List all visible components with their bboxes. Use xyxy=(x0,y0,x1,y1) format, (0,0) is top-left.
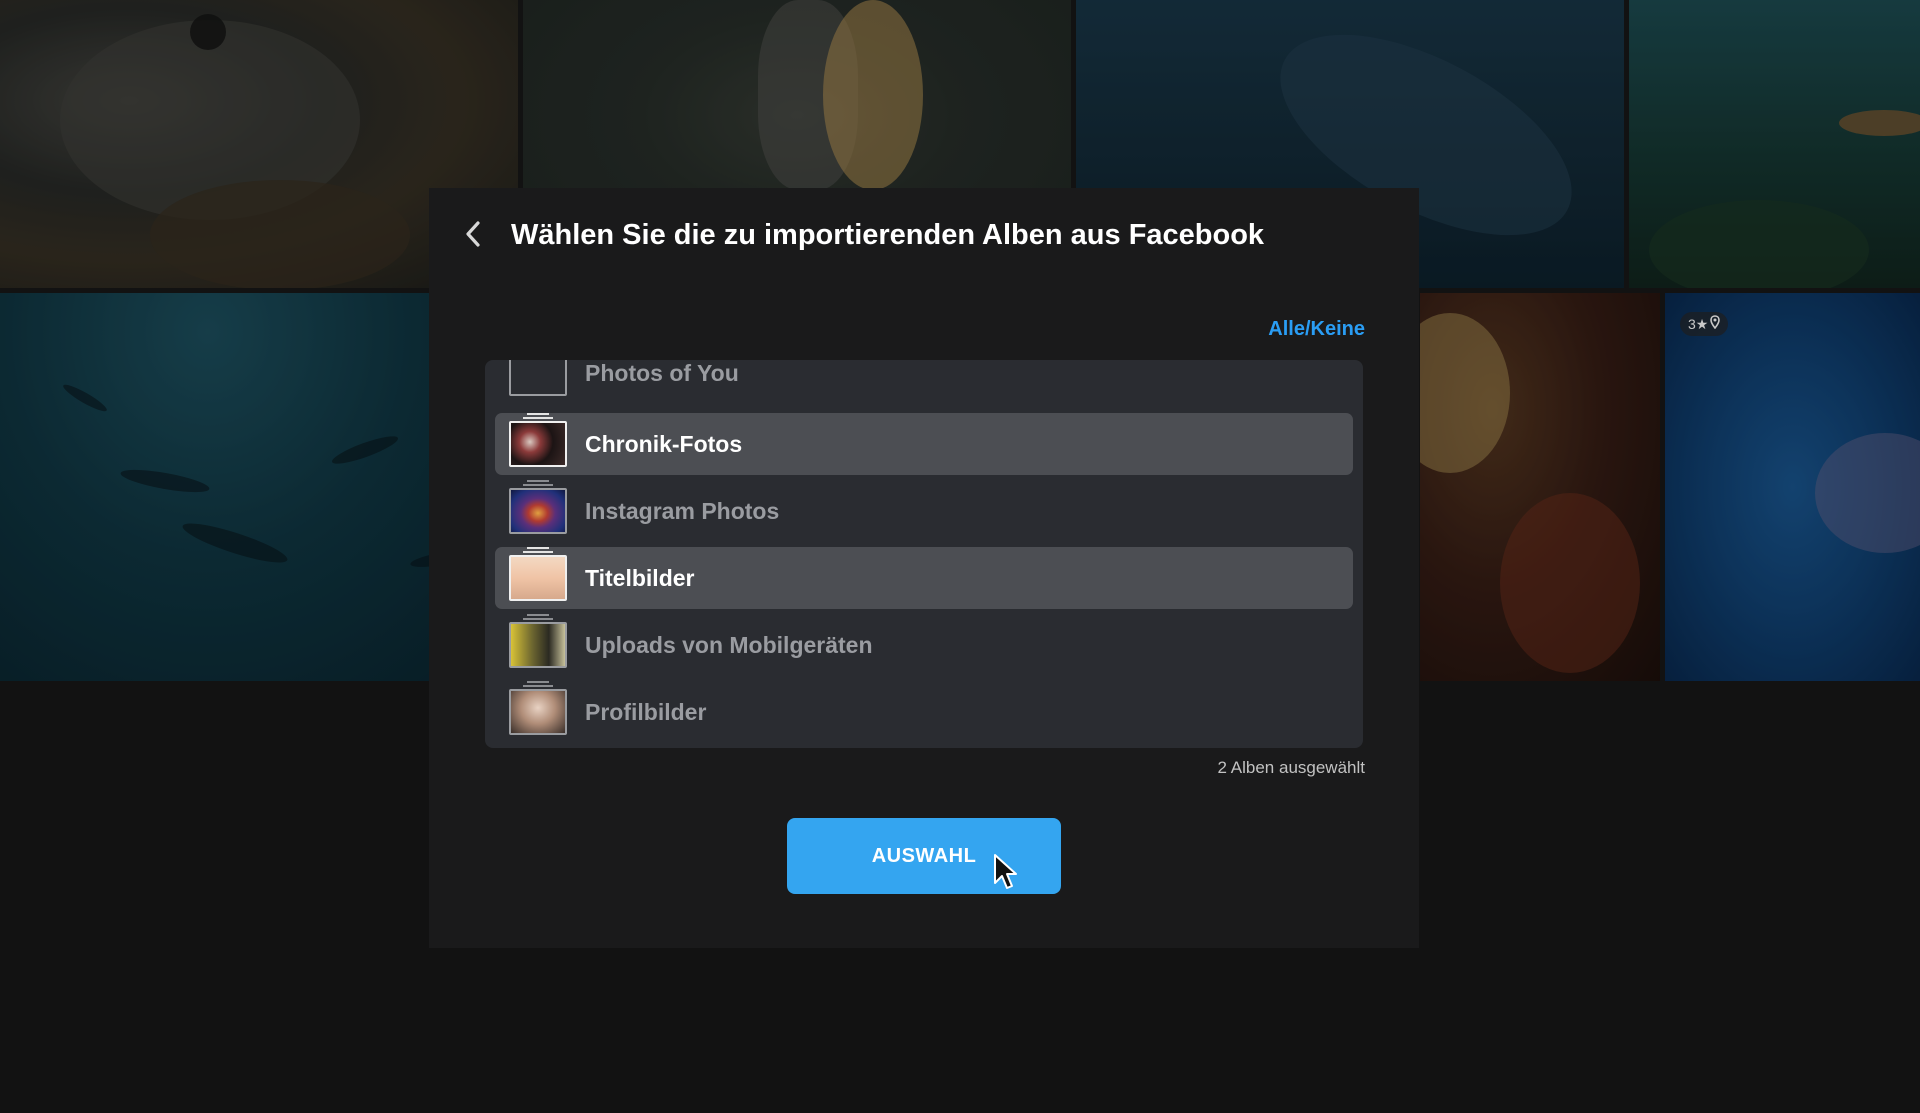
select-button[interactable]: AUSWAHL xyxy=(787,818,1061,894)
rating-location-badge: 3★ xyxy=(1680,312,1729,336)
import-albums-dialog: Wählen Sie die zu importierenden Alben a… xyxy=(429,188,1419,948)
album-thumbnail xyxy=(509,360,567,396)
album-row-titelbilder[interactable]: Titelbilder xyxy=(495,547,1353,609)
album-label: Photos of You xyxy=(585,360,739,386)
select-all-none-link[interactable]: Alle/Keine xyxy=(1268,318,1365,341)
album-label: Profilbilder xyxy=(585,698,707,725)
back-button[interactable] xyxy=(453,216,493,256)
dialog-title: Wählen Sie die zu importierenden Alben a… xyxy=(511,219,1265,251)
album-label: Instagram Photos xyxy=(585,497,780,524)
album-thumbnail xyxy=(509,480,567,534)
mouse-cursor-icon xyxy=(993,853,1019,891)
album-label: Chronik-Fotos xyxy=(585,430,743,457)
album-row-instagram-photos[interactable]: Instagram Photos xyxy=(495,480,1353,542)
background-photo xyxy=(1420,293,1660,681)
album-thumbnail xyxy=(509,547,567,601)
album-label: Titelbilder xyxy=(585,564,695,591)
album-list: Photos of You Chronik-Fotos Instagram Ph… xyxy=(485,360,1363,748)
selected-count: 2 Alben ausgewählt xyxy=(1217,758,1365,777)
album-label: Uploads von Mobilgeräten xyxy=(585,631,873,658)
background-photo xyxy=(1629,0,1920,288)
chevron-left-icon xyxy=(463,219,483,254)
rating-text: 3★ xyxy=(1688,316,1709,332)
background-photo xyxy=(1665,293,1920,681)
album-row-uploads-von-mobilgeraeten[interactable]: Uploads von Mobilgeräten xyxy=(495,614,1353,676)
album-thumbnail xyxy=(509,614,567,668)
album-thumbnail xyxy=(509,413,567,467)
album-thumbnail xyxy=(509,681,567,735)
location-pin-icon xyxy=(1710,312,1721,336)
album-row-profilbilder[interactable]: Profilbilder xyxy=(495,681,1353,743)
album-row-chronik-fotos[interactable]: Chronik-Fotos xyxy=(495,413,1353,475)
album-row-photos-of-you[interactable]: Photos of You xyxy=(495,360,1353,404)
